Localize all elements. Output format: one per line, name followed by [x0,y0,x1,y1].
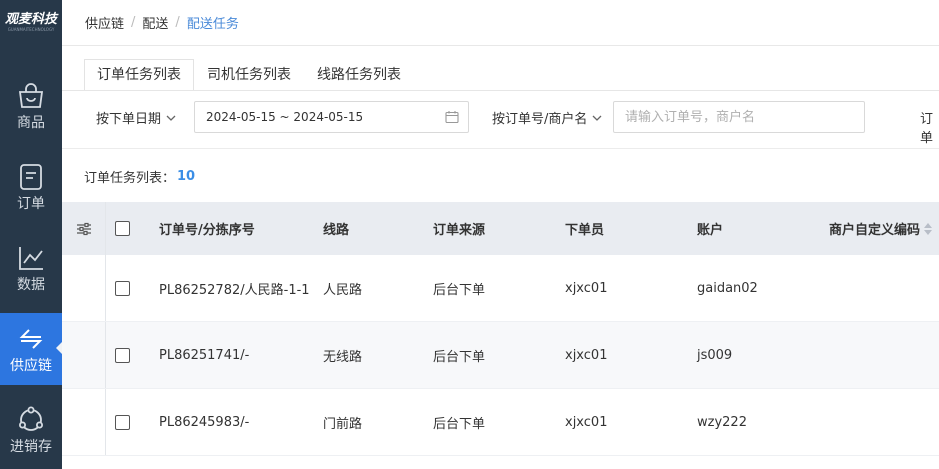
sidebar-item-label: 数据 [17,277,45,293]
breadcrumb-item[interactable]: 供应链 [85,13,124,32]
sidebar: 观麦科技 GUANMAITECHNOLOGY 商品 订单 数据 供应链 进销存 [0,0,62,469]
sidebar-item-label: 商品 [17,115,45,131]
table-row: PL86252782/人民路-1-1 人民路 后台下单 xjxc01 gaida… [62,255,939,322]
source-cell: 后台下单 [433,282,486,298]
column-settings-wrapper [76,202,92,255]
bag-icon [18,83,44,108]
source-cell: 后台下单 [433,416,486,432]
extra-filter-label[interactable]: 订单 [920,108,939,146]
search-type-label: 按订单号/商户名 [492,112,588,127]
sidebar-item-data[interactable]: 数据 [0,232,62,304]
logo: 观麦科技 GUANMAITECHNOLOGY [0,0,62,46]
task-count-label: 订单任务列表： [84,171,176,186]
select-all-cell [115,202,130,255]
filter-divider [62,148,939,149]
select-all-checkbox[interactable] [115,221,130,236]
column-header: 线路 [323,223,350,238]
sidebar-item-supply-chain[interactable]: 供应链 [0,313,62,385]
sidebar-item-label: 供应链 [10,358,52,374]
route-cell: 人民路 [323,282,363,298]
breadcrumb-separator: / [175,15,180,30]
table-row: PL86245983/- 门前路 后台下单 xjxc01 wzy222 [62,389,939,456]
tab-bar: 订单任务列表 司机任务列表 线路任务列表 [84,59,414,91]
column-header: 订单来源 [433,223,486,238]
search-input[interactable] [613,101,865,133]
search-type-select[interactable]: 按订单号/商户名 [492,108,602,127]
column-header: 订单号/分拣序号 [159,223,255,238]
sort-icon[interactable] [924,222,933,235]
breadcrumb-separator: / [131,15,136,30]
sidebar-item-orders[interactable]: 订单 [0,151,62,223]
filter-bar: 按下单日期 2024-05-15 ~ 2024-05-15 按订单号/商户名 订… [62,91,939,148]
sidebar-item-inventory[interactable]: 进销存 [0,394,62,466]
sidebar-item-products[interactable]: 商品 [0,70,62,142]
document-icon [20,164,42,190]
date-type-select[interactable]: 按下单日期 [96,108,176,127]
date-range-picker[interactable]: 2024-05-15 ~ 2024-05-15 [194,101,469,133]
route-cell: 门前路 [323,416,363,432]
date-type-label: 按下单日期 [96,112,162,127]
sidebar-item-label: 订单 [17,196,45,212]
task-count: 订单任务列表： 10 [84,167,195,186]
account-cell: gaidan02 [697,280,758,296]
sortable-column-header[interactable]: 商户自定义编码 [829,202,933,255]
account-cell: js009 [697,347,733,363]
order-number-cell: PL86245983/- [159,414,250,430]
date-range-value: 2024-05-15 ~ 2024-05-15 [206,110,364,124]
column-settings-icon[interactable] [76,222,92,236]
row-select-cell [115,255,130,321]
breadcrumb-item[interactable]: 配送 [142,13,168,32]
order-number-cell: PL86252782/人民路-1-1 [159,282,310,298]
app: 观麦科技 GUANMAITECHNOLOGY 商品 订单 数据 供应链 进销存 … [0,0,939,469]
chevron-down-icon [166,115,176,121]
logo-subtitle: GUANMAITECHNOLOGY [7,27,55,32]
column-header-label: 商户自定义编码 [829,223,921,238]
row-fixed-cell [62,322,106,388]
task-count-value: 10 [177,169,196,184]
route-cell: 无线路 [323,349,363,365]
swap-arrows-icon [19,329,43,349]
extra-filter-text: 订单 [920,112,934,146]
row-select-cell [115,322,130,388]
account-cell: wzy222 [697,414,747,430]
row-fixed-cell [62,255,106,321]
row-select-cell [115,389,130,455]
table-row: PL86251741/- 无线路 后台下单 xjxc01 js009 [62,322,939,389]
row-fixed-cell [62,389,106,455]
tab-driver-tasks[interactable]: 司机任务列表 [194,59,304,91]
line-chart-icon [19,247,43,270]
tab-route-tasks[interactable]: 线路任务列表 [304,59,414,91]
tab-order-tasks[interactable]: 订单任务列表 [84,59,194,91]
order-task-table: 订单号/分拣序号 线路 订单来源 下单员 账户 商户自定义编码 PL862527… [62,202,939,456]
main-content: 订单任务列表 司机任务列表 线路任务列表 按下单日期 2024-05-15 ~ … [62,46,939,469]
logo-text: 观麦科技 [4,12,57,27]
breadcrumb-current: 配送任务 [186,17,239,32]
column-header: 下单员 [565,223,605,238]
operator-cell: xjxc01 [565,347,608,363]
operator-cell: xjxc01 [565,414,608,430]
row-checkbox[interactable] [115,280,130,296]
column-header: 账户 [697,223,724,238]
column-settings-cell [62,202,106,255]
row-checkbox[interactable] [115,347,130,363]
row-checkbox[interactable] [115,414,130,430]
order-number-cell: PL86251741/- [159,347,250,363]
chevron-down-icon [592,115,602,121]
sidebar-item-label: 进销存 [10,439,52,455]
table-header: 订单号/分拣序号 线路 订单来源 下单员 账户 商户自定义编码 [62,202,939,255]
calendar-icon [445,111,459,124]
breadcrumb: 供应链 / 配送 / 配送任务 [62,0,939,46]
operator-cell: xjxc01 [565,280,608,296]
cycle-icon [19,406,43,431]
source-cell: 后台下单 [433,349,486,365]
